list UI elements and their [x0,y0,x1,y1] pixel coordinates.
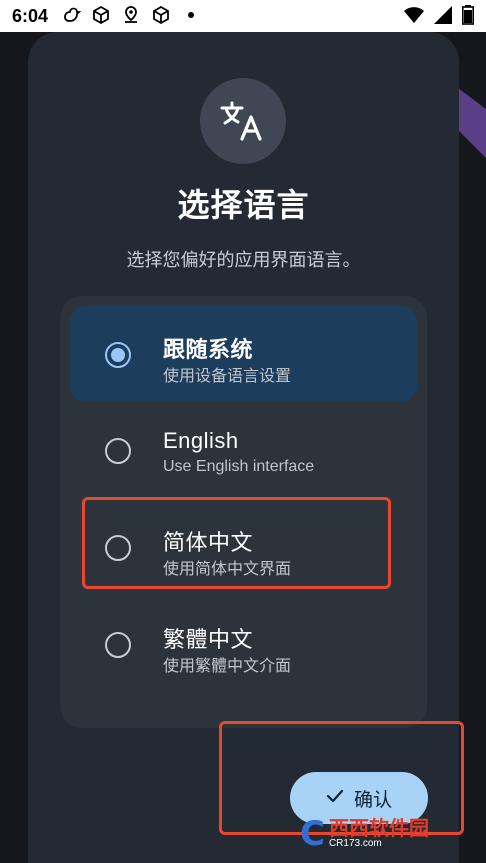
option-title: 繁體中文 [163,627,254,652]
signal-icon [434,6,452,29]
check-icon [326,787,344,809]
radio-button[interactable] [105,632,131,658]
option-subtitle: 使用繁體中文介面 [163,658,292,675]
duck-icon [60,4,82,26]
confirm-label: 确认 [353,789,392,811]
status-system-icons [404,5,474,30]
option-subtitle: 使用设备语言设置 [163,368,292,385]
option-title: English [163,428,239,453]
translate-icon [200,78,286,164]
status-notification-icons [60,4,202,26]
watermark-logo-icon: C [300,814,325,854]
status-bar: 6:04 [0,0,486,32]
cube-icon [90,4,112,26]
status-time: 6:04 [12,6,49,26]
option-traditional-chinese[interactable]: 繁體中文 使用繁體中文介面 [70,596,417,692]
site-watermark: C 西西软件园 CR173.com [300,814,472,854]
watermark-url: CR173.com [328,838,382,849]
location-icon [120,4,142,26]
highlight-box-simplified-chinese [82,497,391,589]
background-decoration [458,88,486,158]
option-english[interactable]: English Use English interface [70,402,417,498]
dot-icon [180,4,202,26]
wifi-icon [404,6,424,29]
battery-icon [462,5,474,30]
option-title: 跟随系统 [163,337,254,362]
cube-icon [150,4,172,26]
radio-button[interactable] [105,438,131,464]
watermark-main-text: 西西软件园 [328,818,429,840]
option-subtitle: Use English interface [163,458,315,475]
radio-dot [111,348,125,362]
dialog-subtitle: 选择您偏好的应用界面语言。 [126,250,361,270]
dialog-title: 选择语言 [177,187,310,223]
radio-button-selected[interactable] [105,342,131,368]
option-follow-system[interactable]: 跟随系统 使用设备语言设置 [70,306,417,402]
